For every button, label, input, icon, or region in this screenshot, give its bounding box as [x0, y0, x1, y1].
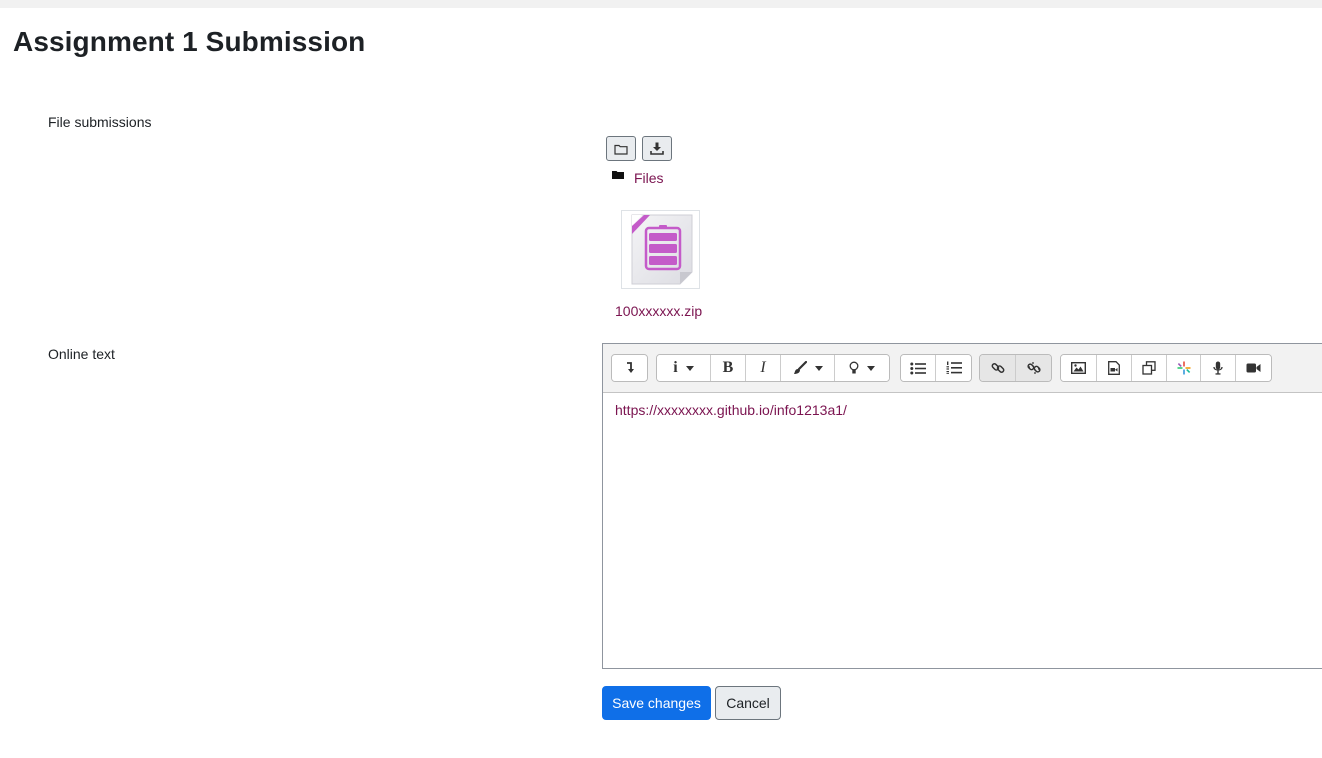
highlight-button[interactable]: [835, 355, 889, 381]
collapse-button[interactable]: [612, 355, 647, 381]
top-bar: [0, 0, 1322, 8]
page-title: Assignment 1 Submission: [13, 26, 366, 57]
ordered-list-button[interactable]: [936, 355, 971, 381]
toolbar-group-style: i B I: [656, 354, 890, 382]
record-audio-icon: [1213, 361, 1223, 375]
h5p-button[interactable]: [1167, 355, 1201, 381]
italic-icon: I: [760, 359, 766, 376]
archive-zip-icon: [631, 214, 692, 284]
ordered-list-icon: [946, 361, 962, 374]
breadcrumb-files-link[interactable]: Files: [634, 170, 664, 186]
insert-image-button[interactable]: [1061, 355, 1097, 381]
editor-content[interactable]: https://xxxxxxxx.github.io/info1213a1/: [615, 402, 847, 418]
folder-icon: [612, 171, 624, 179]
file-name-link[interactable]: 100xxxxxx.zip: [615, 303, 702, 319]
online-text-label: Online text: [48, 346, 115, 362]
record-video-button[interactable]: [1236, 355, 1271, 381]
file-submissions-label: File submissions: [48, 114, 152, 130]
text-color-button[interactable]: [781, 355, 835, 381]
info-style-icon: i: [673, 359, 678, 376]
record-audio-button[interactable]: [1201, 355, 1236, 381]
italic-button[interactable]: I: [746, 355, 781, 381]
toolbar-group-links: [979, 354, 1052, 382]
text-color-icon: [793, 361, 807, 374]
h5p-icon: [1177, 361, 1190, 375]
cancel-button[interactable]: Cancel: [715, 686, 781, 720]
link-icon: [991, 363, 1004, 373]
image-icon: [1071, 362, 1086, 374]
chevron-down-icon: [867, 365, 875, 371]
toolbar-group-lists: [900, 354, 972, 382]
collapse-icon: [626, 362, 634, 373]
online-text-editor: i B I https://xxxxxxxx.github.io/info121…: [602, 343, 1322, 669]
insert-media-button[interactable]: [1097, 355, 1132, 381]
download-all-icon: [650, 142, 664, 155]
media-icon: [1108, 361, 1120, 375]
bold-button[interactable]: B: [711, 355, 746, 381]
unlink-button[interactable]: [1016, 355, 1051, 381]
breadcrumb: Files: [612, 168, 664, 188]
unordered-list-button[interactable]: [901, 355, 936, 381]
content-url-link[interactable]: https://xxxxxxxx.github.io/info1213a1/: [615, 402, 847, 418]
toolbar-group-collapse: [611, 354, 648, 382]
chevron-down-icon: [814, 365, 823, 371]
editor-toolbar: i B I: [603, 344, 1322, 393]
chevron-down-icon: [685, 365, 694, 371]
manage-files-icon: [1142, 361, 1156, 375]
unordered-list-icon: [910, 362, 926, 374]
file-thumbnail[interactable]: [621, 210, 700, 289]
highlight-icon: [849, 361, 859, 374]
folder-create-icon: [614, 144, 628, 155]
create-folder-button[interactable]: [606, 136, 636, 161]
manage-files-button[interactable]: [1132, 355, 1167, 381]
save-changes-button[interactable]: Save changes: [602, 686, 711, 720]
bold-icon: B: [722, 359, 734, 376]
unlink-icon: [1026, 362, 1041, 374]
paragraph-styles-button[interactable]: i: [657, 355, 711, 381]
download-all-button[interactable]: [642, 136, 672, 161]
record-video-icon: [1246, 363, 1261, 373]
toolbar-group-media: [1060, 354, 1272, 382]
link-button[interactable]: [980, 355, 1016, 381]
